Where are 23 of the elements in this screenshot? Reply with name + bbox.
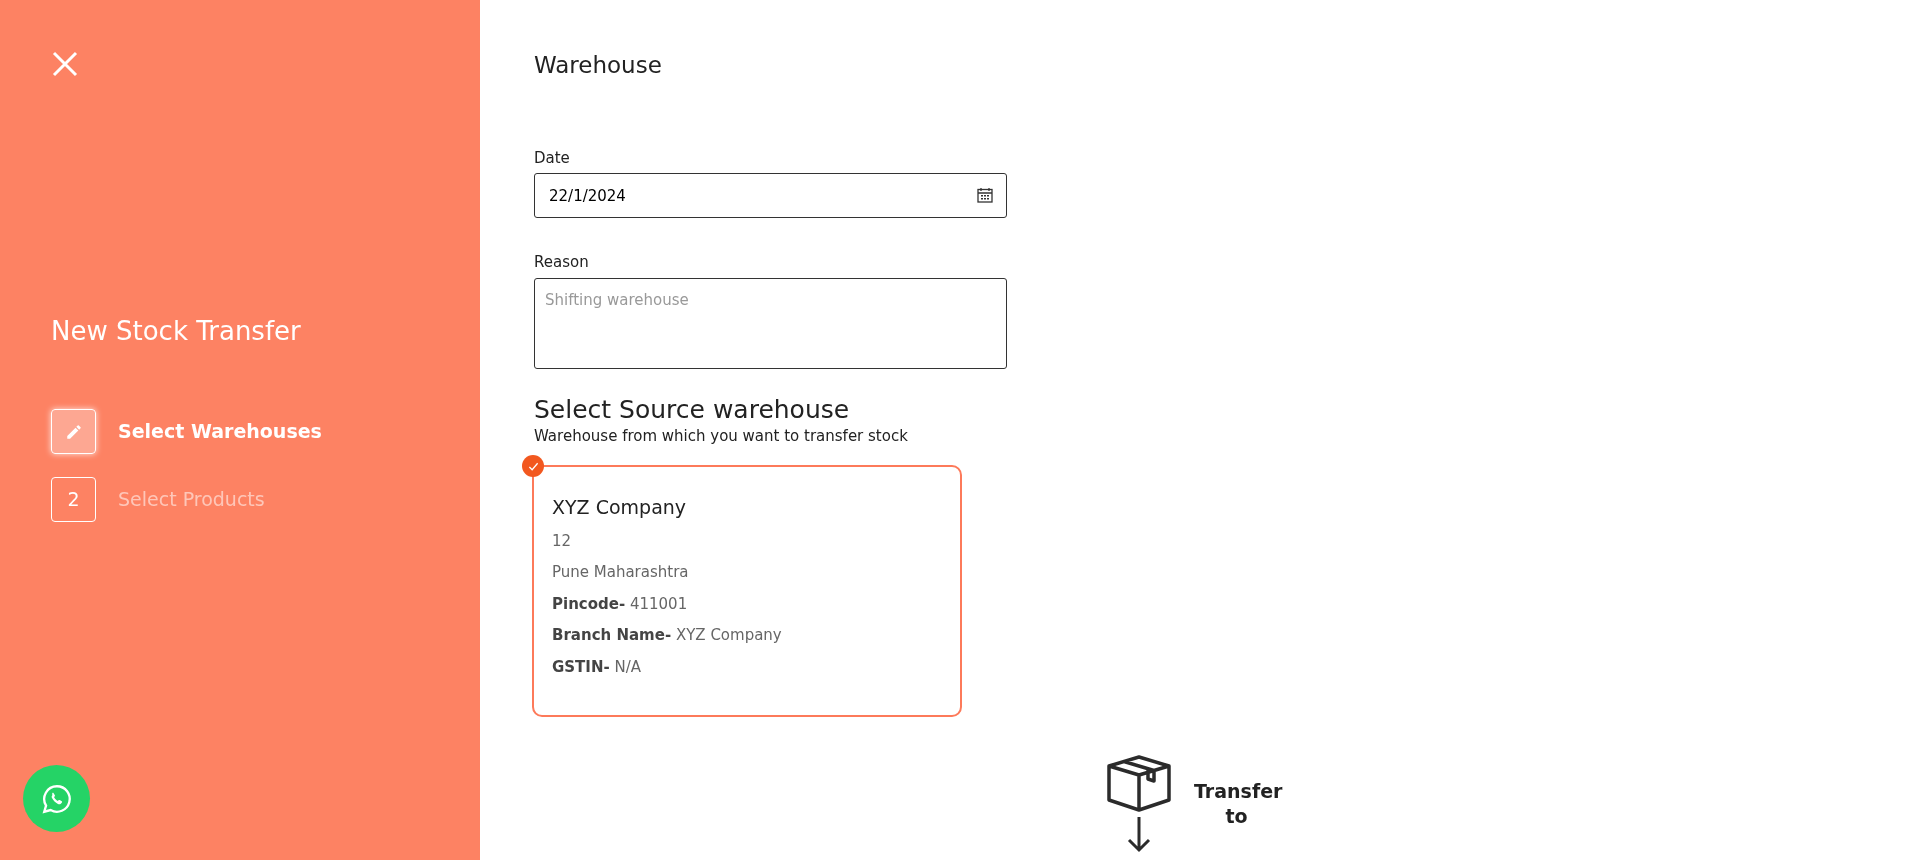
section-title: Select Source warehouse: [534, 394, 851, 425]
warehouse-name: XYZ Company: [552, 495, 688, 520]
close-button[interactable]: [51, 50, 79, 78]
warehouse-detail: Pincode- 411001: [552, 593, 689, 615]
calendar-icon: [977, 187, 993, 203]
panel-title: New Stock Transfer: [51, 315, 302, 348]
section-subtitle: Warehouse from which you want to transfer stock: [534, 425, 909, 447]
box-with-arrow-icon: [1106, 755, 1172, 853]
warehouse-detail: 12: [552, 530, 573, 552]
date-field[interactable]: 22/1/2024: [534, 173, 1007, 218]
step-label[interactable]: Select Warehouses: [118, 417, 322, 446]
reason-field[interactable]: Shifting warehouse: [534, 277, 1007, 369]
warehouse-detail: Pune Maharashtra: [552, 562, 690, 583]
step-label[interactable]: Select Products: [118, 485, 265, 514]
check-icon: [522, 455, 544, 477]
warehouse-detail: Branch Name- XYZ Company: [552, 625, 783, 646]
field-label: Reason: [534, 252, 590, 273]
page-title: Warehouse: [534, 51, 663, 80]
warehouse-card[interactable]: XYZ Company 12 Pune Maharashtra Pincode- 411001 Branch Name- XYZ Company GSTIN- N/A: [532, 465, 962, 717]
warehouse-detail: GSTIN- N/A: [552, 656, 643, 678]
field-label: Date: [534, 147, 571, 169]
step-number[interactable]: 2: [51, 477, 96, 522]
pencil-icon[interactable]: [51, 409, 96, 454]
